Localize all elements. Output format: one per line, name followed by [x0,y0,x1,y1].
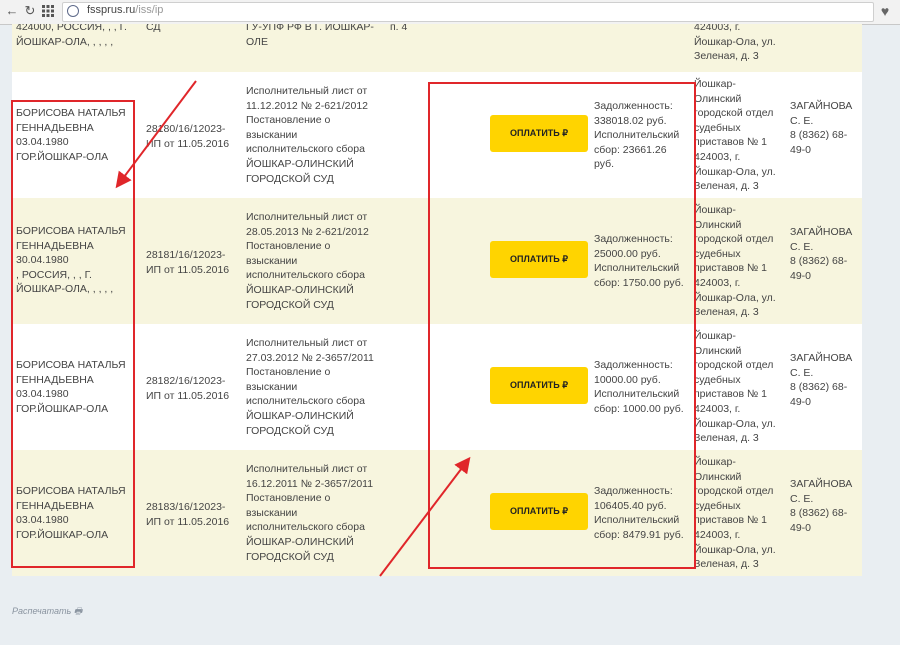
print-label: Распечатать [12,606,72,616]
annotation-arrows [115,80,471,577]
arrow-to-debtors [115,80,197,189]
arrow-to-debts [379,456,471,577]
print-link[interactable]: Распечатать 🖶 [12,604,82,620]
printer-icon: 🖶 [73,606,83,616]
